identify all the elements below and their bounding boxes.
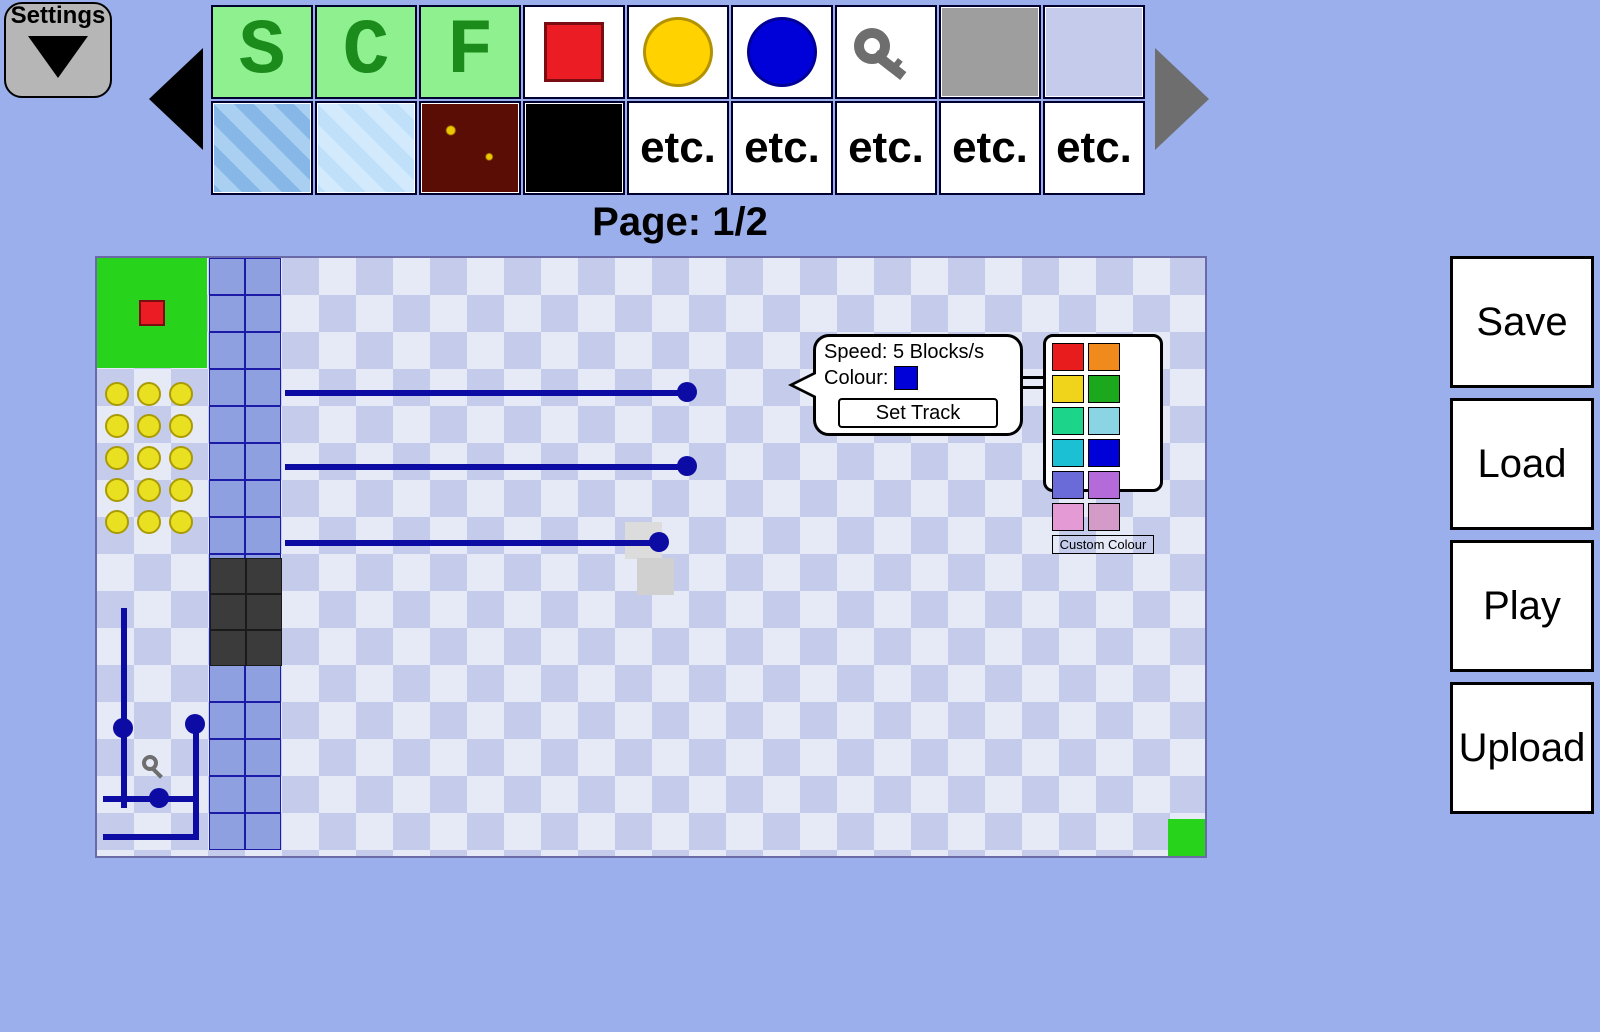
key-icon [848,22,924,82]
play-label: Play [1483,584,1561,629]
load-label: Load [1478,442,1567,487]
upload-button[interactable]: Upload [1450,682,1594,814]
track-4-node[interactable] [113,718,133,738]
track-config-popup: Speed: 5 Blocks/s Colour: Set Track [813,334,1023,436]
red-square [544,22,604,82]
light-ice [318,104,414,192]
colour-swatch-6[interactable] [1052,439,1084,467]
start-marker [139,300,165,326]
colour-swatch-3[interactable] [1088,375,1120,403]
settings-button[interactable]: Settings [4,2,112,98]
palette-tile-1-6[interactable] [835,5,937,99]
start-tile[interactable] [97,258,207,368]
save-label: Save [1476,300,1567,345]
track-2[interactable] [285,464,685,470]
colour-swatch-10[interactable] [1052,503,1084,531]
play-button[interactable]: Play [1450,540,1594,672]
load-button[interactable]: Load [1450,398,1594,530]
track-4v[interactable] [121,608,127,808]
colour-swatch-5[interactable] [1088,407,1120,435]
palette-tile-2-8[interactable]: etc. [1043,101,1145,195]
lava [422,104,518,192]
palette-tile-2-0[interactable] [211,101,313,195]
palette-tile-1-8[interactable] [1043,5,1145,99]
palette-next-arrow[interactable] [1146,4,1216,194]
settings-label: Settings [11,2,106,30]
palette-tile-1-7[interactable] [939,5,1041,99]
coin-group[interactable] [101,378,197,538]
cursor-block [637,558,674,595]
palette-tile-1-0[interactable]: S [211,5,313,99]
palette-tile-1-1[interactable]: C [315,5,417,99]
palette-tile-2-1[interactable] [315,101,417,195]
palette-tile-2-7[interactable]: etc. [939,101,1041,195]
blue-circle [747,17,817,87]
level-canvas[interactable]: /*populated below*/ Speed: 5 [95,256,1207,858]
palette-tile-2-2[interactable] [419,101,521,195]
palette-grid: SCF etc.etc.etc.etc.etc. [210,4,1146,196]
palette-prev-arrow[interactable] [140,4,210,194]
chevron-down-icon [24,32,92,82]
palette-tile-1-5[interactable] [731,5,833,99]
palette-tile-2-3[interactable] [523,101,625,195]
save-button[interactable]: Save [1450,256,1594,388]
speed-label: Speed: 5 Blocks/s [824,341,984,364]
palette-tile-1-3[interactable] [523,5,625,99]
colour-swatch-2[interactable] [1052,375,1084,403]
lavender-square [1046,8,1142,96]
track-5v[interactable] [193,716,199,836]
gray-square [942,8,1038,96]
colour-swatch-8[interactable] [1052,471,1084,499]
set-track-label: Set Track [876,402,960,424]
palette-tile-2-4[interactable]: etc. [627,101,729,195]
track-6-node[interactable] [149,788,169,808]
colour-label: Colour: [824,367,888,390]
custom-colour-button[interactable]: Custom Colour [1052,535,1154,554]
colour-swatch-11[interactable] [1088,503,1120,531]
end-tile[interactable] [1168,819,1205,856]
yellow-circle [643,17,713,87]
upload-label: Upload [1459,726,1586,771]
colour-picker: Custom Colour [1043,334,1163,492]
palette-tile-1-4[interactable] [627,5,729,99]
colour-swatch-0[interactable] [1052,343,1084,371]
colour-swatch-7[interactable] [1088,439,1120,467]
palette-tile-2-6[interactable]: etc. [835,101,937,195]
colour-swatch-4[interactable] [1052,407,1084,435]
palette-tile-1-2[interactable]: F [419,5,521,99]
track-7[interactable] [103,834,199,840]
track-3[interactable] [285,540,657,546]
colour-swatch-1[interactable] [1088,343,1120,371]
key-icon[interactable] [141,754,169,782]
track-1[interactable] [285,390,685,396]
set-track-button[interactable]: Set Track [838,398,998,428]
palette-page-label: Page: 1/2 [0,200,1360,245]
custom-colour-label: Custom Colour [1060,537,1147,552]
palette-tile-2-5[interactable]: etc. [731,101,833,195]
track-5-node[interactable] [185,714,205,734]
colour-swatch[interactable] [894,366,918,390]
track-3-end[interactable] [649,532,669,552]
track-1-end[interactable] [677,382,697,402]
ice-blue [214,104,310,192]
track-2-end[interactable] [677,456,697,476]
colour-swatch-9[interactable] [1088,471,1120,499]
black-square [526,104,622,192]
